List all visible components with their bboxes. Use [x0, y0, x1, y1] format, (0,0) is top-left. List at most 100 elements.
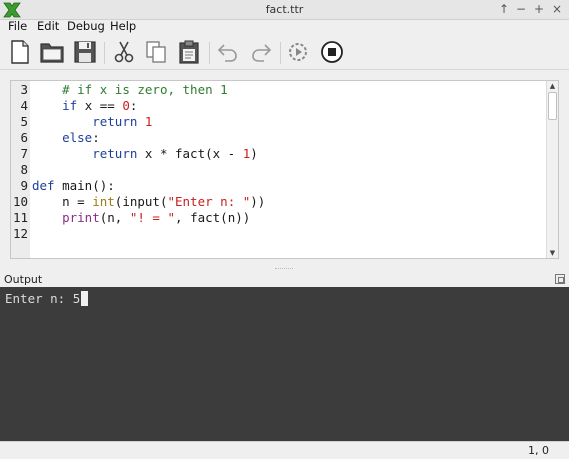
- run-icon: [289, 43, 307, 61]
- paste-icon: [179, 40, 199, 64]
- maximize-button[interactable]: +: [531, 1, 547, 18]
- console-line: Enter n: 5: [5, 291, 89, 306]
- line-number: 12: [12, 226, 28, 241]
- code-token: # if x is zero, then 1: [62, 82, 228, 97]
- save-icon: [74, 41, 96, 63]
- new-file-button[interactable]: [7, 39, 33, 65]
- title-bar: fact.ttr ↑ − + ×: [0, 0, 569, 20]
- code-token: if: [62, 98, 78, 113]
- code-token: )): [250, 194, 266, 209]
- code-line: if x == 0:: [32, 98, 137, 113]
- line-number: 4: [20, 98, 28, 113]
- code-editor[interactable]: 3 4 5 6 7 8 9 10 11 12 # if x is zero, then 1 if …: [10, 80, 559, 259]
- stop-button[interactable]: [319, 39, 345, 65]
- line-number: 11: [12, 210, 28, 225]
- vertical-scrollbar[interactable]: ▲ ▼: [546, 81, 558, 258]
- code-token: def: [32, 178, 55, 193]
- scroll-up-arrow-icon[interactable]: ▲: [547, 81, 558, 91]
- cut-button[interactable]: [111, 39, 137, 65]
- open-folder-icon: [40, 43, 64, 63]
- code-token: x * fact(x -: [137, 146, 243, 161]
- splitter-handle[interactable]: [275, 268, 293, 270]
- window-title: fact.ttr: [265, 3, 304, 16]
- minimize-button[interactable]: −: [513, 1, 529, 18]
- keep-above-button[interactable]: ↑: [496, 1, 512, 18]
- code-line: # if x is zero, then 1: [32, 82, 228, 97]
- cut-icon: [114, 41, 134, 63]
- line-number: 3: [20, 82, 28, 97]
- line-number: 10: [12, 194, 28, 209]
- copy-button[interactable]: [143, 39, 169, 65]
- toolbar-separator: [104, 42, 105, 64]
- code-line: return 1: [32, 114, 152, 129]
- code-token: :: [92, 130, 100, 145]
- code-token: print: [62, 210, 100, 225]
- line-number: 8: [20, 162, 28, 177]
- paste-button[interactable]: [176, 39, 202, 65]
- code-line: print(n, "! = ", fact(n)): [32, 210, 250, 225]
- undo-button[interactable]: [215, 39, 241, 65]
- code-area[interactable]: # if x is zero, then 1 if x == 0: return…: [32, 81, 544, 258]
- menu-help[interactable]: Help: [110, 19, 136, 33]
- line-number: 9: [20, 178, 28, 193]
- code-token: main():: [54, 178, 115, 193]
- menu-edit[interactable]: Edit: [37, 19, 59, 33]
- toolbar-separator: [209, 42, 210, 64]
- code-token: , fact(n)): [175, 210, 251, 225]
- redo-icon: [252, 44, 272, 62]
- line-number: 7: [20, 146, 28, 161]
- undo-icon: [217, 44, 237, 62]
- status-bar: 1, 0: [0, 441, 569, 459]
- code-token: 1: [144, 114, 153, 129]
- cursor-position: 1, 0: [528, 444, 549, 457]
- console-text: Enter n: 5: [5, 291, 81, 306]
- code-token: :: [129, 98, 138, 113]
- code-token: return: [92, 114, 138, 129]
- code-token: return: [92, 146, 138, 161]
- stop-icon: [321, 41, 343, 63]
- code-token: "Enter n: ": [167, 194, 251, 209]
- run-button[interactable]: [285, 39, 311, 65]
- toolbar: [0, 34, 569, 70]
- menu-bar: File Edit Debug Help: [0, 19, 569, 34]
- code-line: def main():: [32, 178, 115, 193]
- output-console[interactable]: Enter n: 5: [0, 287, 569, 441]
- text-cursor: [81, 291, 89, 306]
- code-token: "! = ": [129, 210, 176, 225]
- output-title: Output: [4, 273, 43, 286]
- copy-icon: [146, 41, 166, 63]
- code-token: n =: [32, 194, 93, 209]
- toolbar-separator: [280, 42, 281, 64]
- redo-button[interactable]: [248, 39, 274, 65]
- code-token: int: [92, 194, 115, 209]
- line-number-gutter: 3 4 5 6 7 8 9 10 11 12: [11, 81, 30, 258]
- scroll-down-arrow-icon[interactable]: ▼: [547, 248, 558, 258]
- output-panel-header: Output: [0, 272, 569, 287]
- close-button[interactable]: ×: [549, 1, 565, 18]
- line-number: 6: [20, 130, 28, 145]
- save-button[interactable]: [72, 39, 98, 65]
- float-panel-icon[interactable]: [555, 274, 565, 284]
- code-token: 0: [122, 98, 130, 113]
- code-token: (input(: [114, 194, 168, 209]
- code-token: ): [250, 146, 258, 161]
- new-file-icon: [11, 40, 29, 64]
- open-button[interactable]: [39, 39, 65, 65]
- code-line: n = int(input("Enter n: ")): [32, 194, 265, 209]
- line-number: 5: [20, 114, 28, 129]
- code-line: return x * fact(x - 1): [32, 146, 258, 161]
- menu-file[interactable]: File: [8, 19, 27, 33]
- code-line: else:: [32, 130, 100, 145]
- menu-debug[interactable]: Debug: [67, 19, 105, 33]
- code-token: else: [62, 130, 93, 145]
- scrollbar-thumb[interactable]: [548, 92, 557, 120]
- code-token: (n,: [99, 210, 130, 225]
- code-token: x ==: [77, 98, 123, 113]
